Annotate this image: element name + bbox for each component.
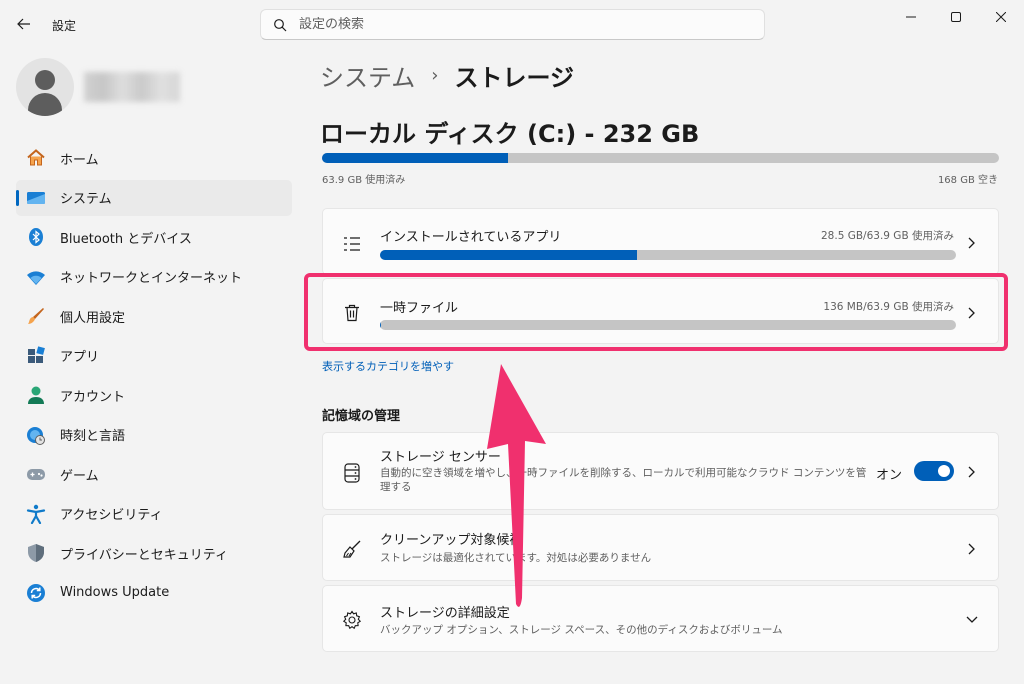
page-title: ストレージ xyxy=(454,64,575,92)
broom-icon xyxy=(341,538,363,560)
sidebar-item-accounts[interactable]: アカウント xyxy=(16,377,292,413)
blurred-user-name xyxy=(84,72,180,102)
sidebar-item-label: アプリ xyxy=(60,350,100,365)
disk-title: ローカル ディスク (C:) - 232 GB xyxy=(320,120,700,148)
sidebar-item-label: アカウント xyxy=(60,389,126,405)
storage-management-heading: 記憶域の管理 xyxy=(322,409,401,424)
chevron-right-icon xyxy=(964,235,980,251)
home-icon xyxy=(26,148,46,168)
sidebar-item-gaming[interactable]: ゲーム xyxy=(16,456,292,492)
system-icon xyxy=(26,188,46,208)
installed-apps-card[interactable]: インストールされているアプリ 28.5 GB/63.9 GB 使用済み xyxy=(322,208,999,275)
gear-icon xyxy=(341,609,363,631)
avatar xyxy=(16,58,74,116)
sidebar-item-label: ホーム xyxy=(60,152,99,168)
maximize-icon xyxy=(951,12,961,22)
app-title: 設定 xyxy=(52,19,77,33)
back-button[interactable] xyxy=(12,12,36,36)
annotation-highlight-box xyxy=(304,273,1008,351)
minimize-icon xyxy=(906,16,916,18)
sidebar-item-time-language[interactable]: 時刻と言語 xyxy=(16,417,292,453)
wifi-icon xyxy=(26,267,46,287)
breadcrumb: システム › ストレージ xyxy=(320,58,574,93)
brush-icon xyxy=(26,306,46,326)
storage-sense-toggle[interactable] xyxy=(914,461,954,481)
shield-icon xyxy=(26,543,46,563)
sidebar-item-label: 個人用設定 xyxy=(60,310,126,326)
accessibility-icon xyxy=(26,504,46,524)
sidebar-item-accessibility[interactable]: アクセシビリティ xyxy=(16,496,292,532)
card-description: 自動的に空き領域を増やし、一時ファイルを削除する、ローカルで利用可能なクラウド … xyxy=(380,467,867,493)
back-arrow-icon xyxy=(17,18,30,30)
sidebar-item-label: ネットワークとインターネット xyxy=(60,271,243,286)
category-usage-bar xyxy=(380,250,956,260)
maximize-button[interactable] xyxy=(933,0,979,34)
close-button[interactable] xyxy=(978,0,1024,34)
minimize-button[interactable] xyxy=(888,0,934,34)
breadcrumb-separator-icon: › xyxy=(431,65,439,86)
breadcrumb-parent-link[interactable]: システム xyxy=(320,58,415,93)
search-box[interactable] xyxy=(260,9,765,40)
card-description: バックアップ オプション、ストレージ スペース、その他のディスクおよびボリューム xyxy=(380,624,783,636)
disk-usage-fill xyxy=(322,153,509,163)
sidebar-item-label: システム xyxy=(60,192,112,207)
sidebar-item-windows-update[interactable]: Windows Update xyxy=(16,575,292,611)
sidebar-item-network[interactable]: ネットワークとインターネット xyxy=(16,259,292,295)
cleanup-recommendations-card[interactable]: クリーンアップ対象候補 ストレージは最適化されています。対処は必要ありません xyxy=(322,514,999,581)
sidebar-item-label: 時刻と言語 xyxy=(60,429,126,444)
disk-usage-bar xyxy=(322,153,999,163)
disk-used-label: 63.9 GB 使用済み xyxy=(322,175,406,186)
storage-drive-icon xyxy=(341,462,363,484)
close-icon xyxy=(996,12,1006,22)
sidebar-item-label: Bluetooth とデバイス xyxy=(60,231,192,247)
card-title: インストールされているアプリ xyxy=(380,230,562,245)
chevron-right-icon xyxy=(964,541,980,557)
sidebar-item-label: Windows Update xyxy=(60,585,170,600)
category-usage: 28.5 GB/63.9 GB 使用済み xyxy=(821,230,954,242)
card-title: ストレージの詳細設定 xyxy=(380,606,510,621)
chevron-down-icon xyxy=(964,612,980,628)
sidebar-item-apps[interactable]: アプリ xyxy=(16,338,292,374)
card-description: ストレージは最適化されています。対処は必要ありません xyxy=(380,552,652,564)
sidebar-item-bluetooth[interactable]: Bluetooth とデバイス xyxy=(16,219,292,255)
apps-icon xyxy=(26,345,46,366)
bluetooth-icon xyxy=(26,227,46,247)
sidebar-item-label: アクセシビリティ xyxy=(60,508,163,523)
card-title: ストレージ センサー xyxy=(380,450,501,465)
category-usage-fill xyxy=(380,250,637,260)
toggle-state-label: オン xyxy=(875,468,902,483)
advanced-storage-settings-card[interactable]: ストレージの詳細設定 バックアップ オプション、ストレージ スペース、その他のデ… xyxy=(322,585,999,652)
sidebar-item-home[interactable]: ホーム xyxy=(16,140,292,176)
disk-free-label: 168 GB 空き xyxy=(937,175,998,186)
card-title: クリーンアップ対象候補 xyxy=(380,533,523,548)
show-more-categories-link[interactable]: 表示するカテゴリを増やす xyxy=(322,358,454,374)
search-icon xyxy=(274,18,287,31)
account-icon xyxy=(26,385,46,405)
windows-update-icon xyxy=(26,583,46,603)
list-icon xyxy=(341,233,363,255)
gamepad-icon xyxy=(26,464,46,484)
sidebar-item-label: ゲーム xyxy=(60,468,99,484)
chevron-right-icon xyxy=(964,464,980,480)
sidebar-item-privacy[interactable]: プライバシーとセキュリティ xyxy=(16,535,292,571)
sidebar-nav: ホーム システム Bluetooth とデバイス ネットワークとインターネット … xyxy=(16,140,292,614)
sidebar-item-personalization[interactable]: 個人用設定 xyxy=(16,298,292,334)
title-bar: 設定 xyxy=(0,0,1024,48)
time-language-icon xyxy=(26,425,46,445)
storage-sense-card[interactable]: ストレージ センサー 自動的に空き領域を増やし、一時ファイルを削除する、ローカル… xyxy=(322,432,999,510)
sidebar-item-label: プライバシーとセキュリティ xyxy=(60,547,228,563)
sidebar-item-system[interactable]: システム xyxy=(16,179,292,216)
search-input[interactable] xyxy=(299,17,719,32)
